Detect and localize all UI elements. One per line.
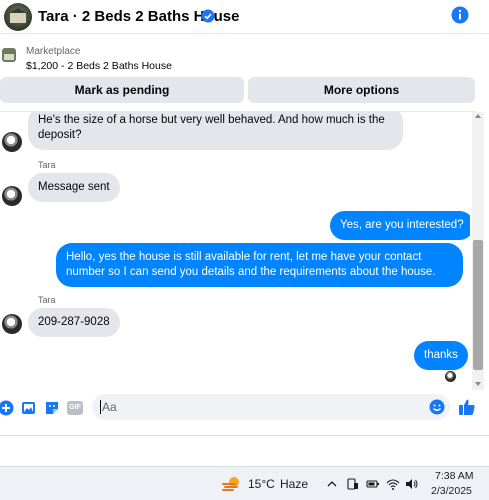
weather-temperature[interactable]: 15°C <box>248 477 275 491</box>
message-input-placeholder: Aa <box>102 400 117 414</box>
conversation-header: Tara · 2 Beds 2 Baths House <box>0 0 489 34</box>
listing-thumbnail <box>2 48 16 62</box>
text-caret <box>100 400 101 414</box>
messenger-window: Tara · 2 Beds 2 Baths House Marketplace … <box>0 0 489 500</box>
message-bubble: 209-287-9028 <box>28 308 120 337</box>
sender-avatar[interactable] <box>2 314 22 334</box>
weather-icon[interactable] <box>220 475 242 493</box>
house-body <box>10 13 26 23</box>
message-bubble: Yes, are you interested? <box>330 211 470 240</box>
sender-avatar[interactable] <box>2 132 22 152</box>
scroll-up-arrow[interactable] <box>475 114 481 118</box>
seen-indicator-avatar <box>445 371 456 382</box>
battery-icon[interactable] <box>366 477 380 491</box>
more-options-button[interactable]: More options <box>248 77 475 103</box>
phone-link-icon[interactable] <box>346 477 360 491</box>
message-bubble: thanks <box>414 341 468 370</box>
message-input[interactable]: Aa <box>92 394 450 420</box>
weather-condition[interactable]: Haze <box>280 477 308 491</box>
marketplace-listing[interactable]: Marketplace $1,200 - 2 Beds 2 Baths Hous… <box>0 40 489 74</box>
scrollbar-thumb[interactable] <box>473 240 483 370</box>
message-bubble: He's the size of a horse but very well b… <box>28 112 403 150</box>
clock-time[interactable]: 7:38 AM <box>435 470 474 482</box>
window-bottom-border <box>0 435 489 436</box>
chevron-up-icon[interactable] <box>325 477 339 491</box>
emoji-icon[interactable] <box>429 399 445 415</box>
marketplace-label: Marketplace <box>26 46 81 57</box>
sender-avatar[interactable] <box>2 186 22 206</box>
windows-taskbar: 15°C Haze 7:38 AM 2/3/2025 <box>0 466 489 500</box>
volume-icon[interactable] <box>405 477 419 491</box>
gif-icon[interactable]: GIF <box>67 401 83 415</box>
message-composer: GIF Aa <box>0 392 489 424</box>
message-bubble: Hello, yes the house is still available … <box>56 243 463 287</box>
sender-name: Tara <box>38 160 56 170</box>
sticker-icon[interactable] <box>44 400 60 416</box>
wifi-icon[interactable] <box>386 477 400 491</box>
clock-date[interactable]: 2/3/2025 <box>431 485 472 497</box>
sender-name: Tara <box>38 295 56 305</box>
add-icon[interactable] <box>0 400 14 416</box>
verified-icon <box>201 9 215 23</box>
listing-title: $1,200 - 2 Beds 2 Baths House <box>26 60 172 72</box>
conversation-avatar[interactable] <box>4 3 32 31</box>
scroll-down-arrow[interactable] <box>475 382 481 386</box>
message-bubble: Message sent <box>28 173 120 202</box>
mark-as-pending-button[interactable]: Mark as pending <box>0 77 244 103</box>
like-icon[interactable] <box>458 398 476 416</box>
info-icon[interactable] <box>451 6 469 24</box>
message-list[interactable]: He's the size of a horse but very well b… <box>0 112 470 390</box>
image-icon[interactable] <box>21 400 37 416</box>
